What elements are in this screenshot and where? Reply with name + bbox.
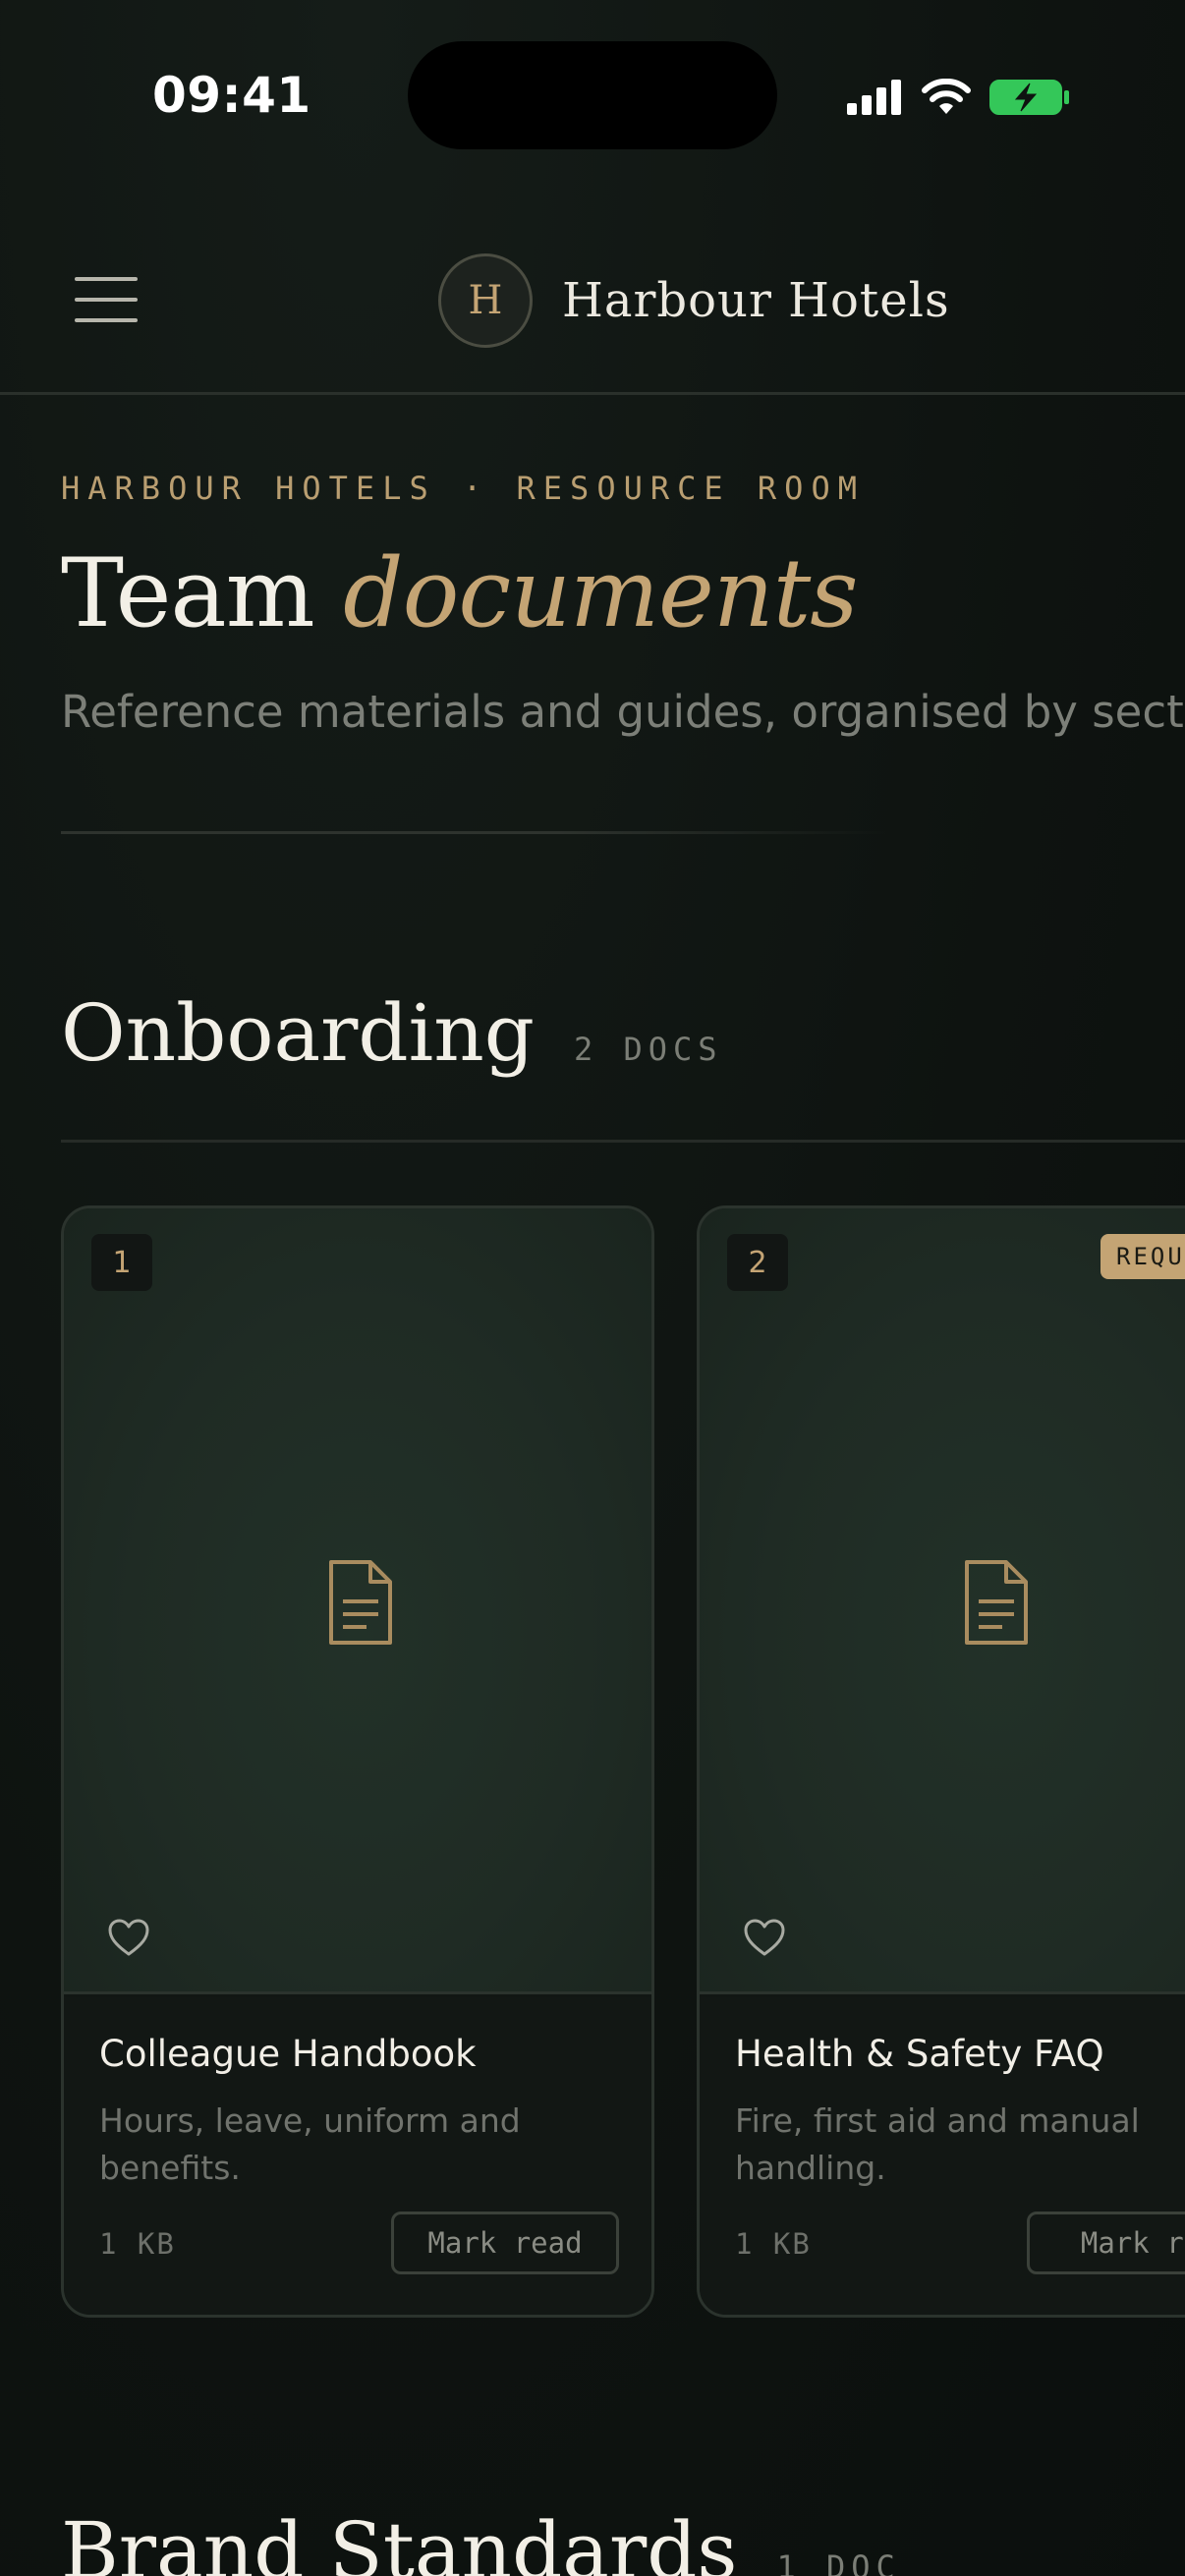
app-screen: 09:41 H Harbour Hotels HARBOUR HOTELS · …: [0, 0, 1185, 2576]
brand-name: Harbour Hotels: [562, 273, 950, 328]
document-icon: [965, 1560, 1028, 1645]
card-file-size: 1 KB: [99, 2227, 176, 2261]
section-divider: [61, 1140, 1185, 1143]
card-body: Health & Safety FAQ Fire, first aid and …: [700, 1997, 1185, 2315]
mark-read-button[interactable]: Mark re: [1027, 2212, 1185, 2274]
signal-icon: [847, 80, 901, 115]
card-description: Hours, leave, uniform and benefits.: [99, 2101, 521, 2187]
page-title-main: Team: [61, 538, 315, 648]
section-count: 2 DOCS: [573, 1031, 723, 1068]
brand-monogram: H: [438, 253, 533, 348]
section-header-onboarding: Onboarding 2 DOCS: [61, 987, 723, 1079]
mark-read-button[interactable]: Mark read: [391, 2212, 619, 2274]
status-icons: [847, 73, 1071, 122]
document-icon: [329, 1560, 392, 1645]
card-title: Colleague Handbook: [99, 2033, 477, 2075]
page-eyebrow: HARBOUR HOTELS · RESOURCE ROOM: [61, 470, 865, 507]
card-index: 2: [727, 1234, 788, 1291]
intro-divider: [61, 831, 886, 834]
menu-icon: [75, 277, 138, 322]
card-file-size: 1 KB: [735, 2227, 812, 2261]
brand-logo[interactable]: H Harbour Hotels: [438, 253, 950, 348]
dynamic-island: [408, 41, 777, 149]
section-title: Brand Standards: [61, 2505, 738, 2576]
card-description: Fire, first aid and manual handling.: [735, 2101, 1140, 2187]
card-title: Health & Safety FAQ: [735, 2033, 1104, 2075]
page-subtitle: Reference materials and guides, organise…: [61, 686, 1184, 738]
page-title-accent: documents: [343, 538, 858, 648]
battery-charging-icon: [989, 80, 1069, 115]
card-index: 1: [91, 1234, 152, 1291]
section-count: 1 DOC: [776, 2548, 901, 2576]
document-card[interactable]: 2 REQUI Health & Safety FAQ Fire, first …: [697, 1205, 1185, 2318]
card-body: Colleague Handbook Hours, leave, uniform…: [64, 1997, 651, 2315]
page-title: Team documents: [61, 538, 859, 648]
card-thumbnail: 1: [64, 1208, 651, 1994]
section-title: Onboarding: [61, 987, 535, 1079]
status-bar: 09:41: [0, 0, 1185, 196]
heart-icon[interactable]: [743, 1918, 786, 1957]
card-thumbnail: 2 REQUI: [700, 1208, 1185, 1994]
menu-button[interactable]: [61, 263, 155, 338]
document-card[interactable]: 1 Colleague Handbook Hours, leave, unifo…: [61, 1205, 654, 2318]
app-header: H Harbour Hotels: [0, 196, 1185, 395]
status-time: 09:41: [152, 67, 311, 124]
section-header-brand-standards: Brand Standards 1 DOC: [61, 2505, 901, 2576]
heart-icon[interactable]: [107, 1918, 150, 1957]
wifi-icon: [922, 79, 971, 114]
required-badge: REQUI: [1100, 1234, 1185, 1279]
